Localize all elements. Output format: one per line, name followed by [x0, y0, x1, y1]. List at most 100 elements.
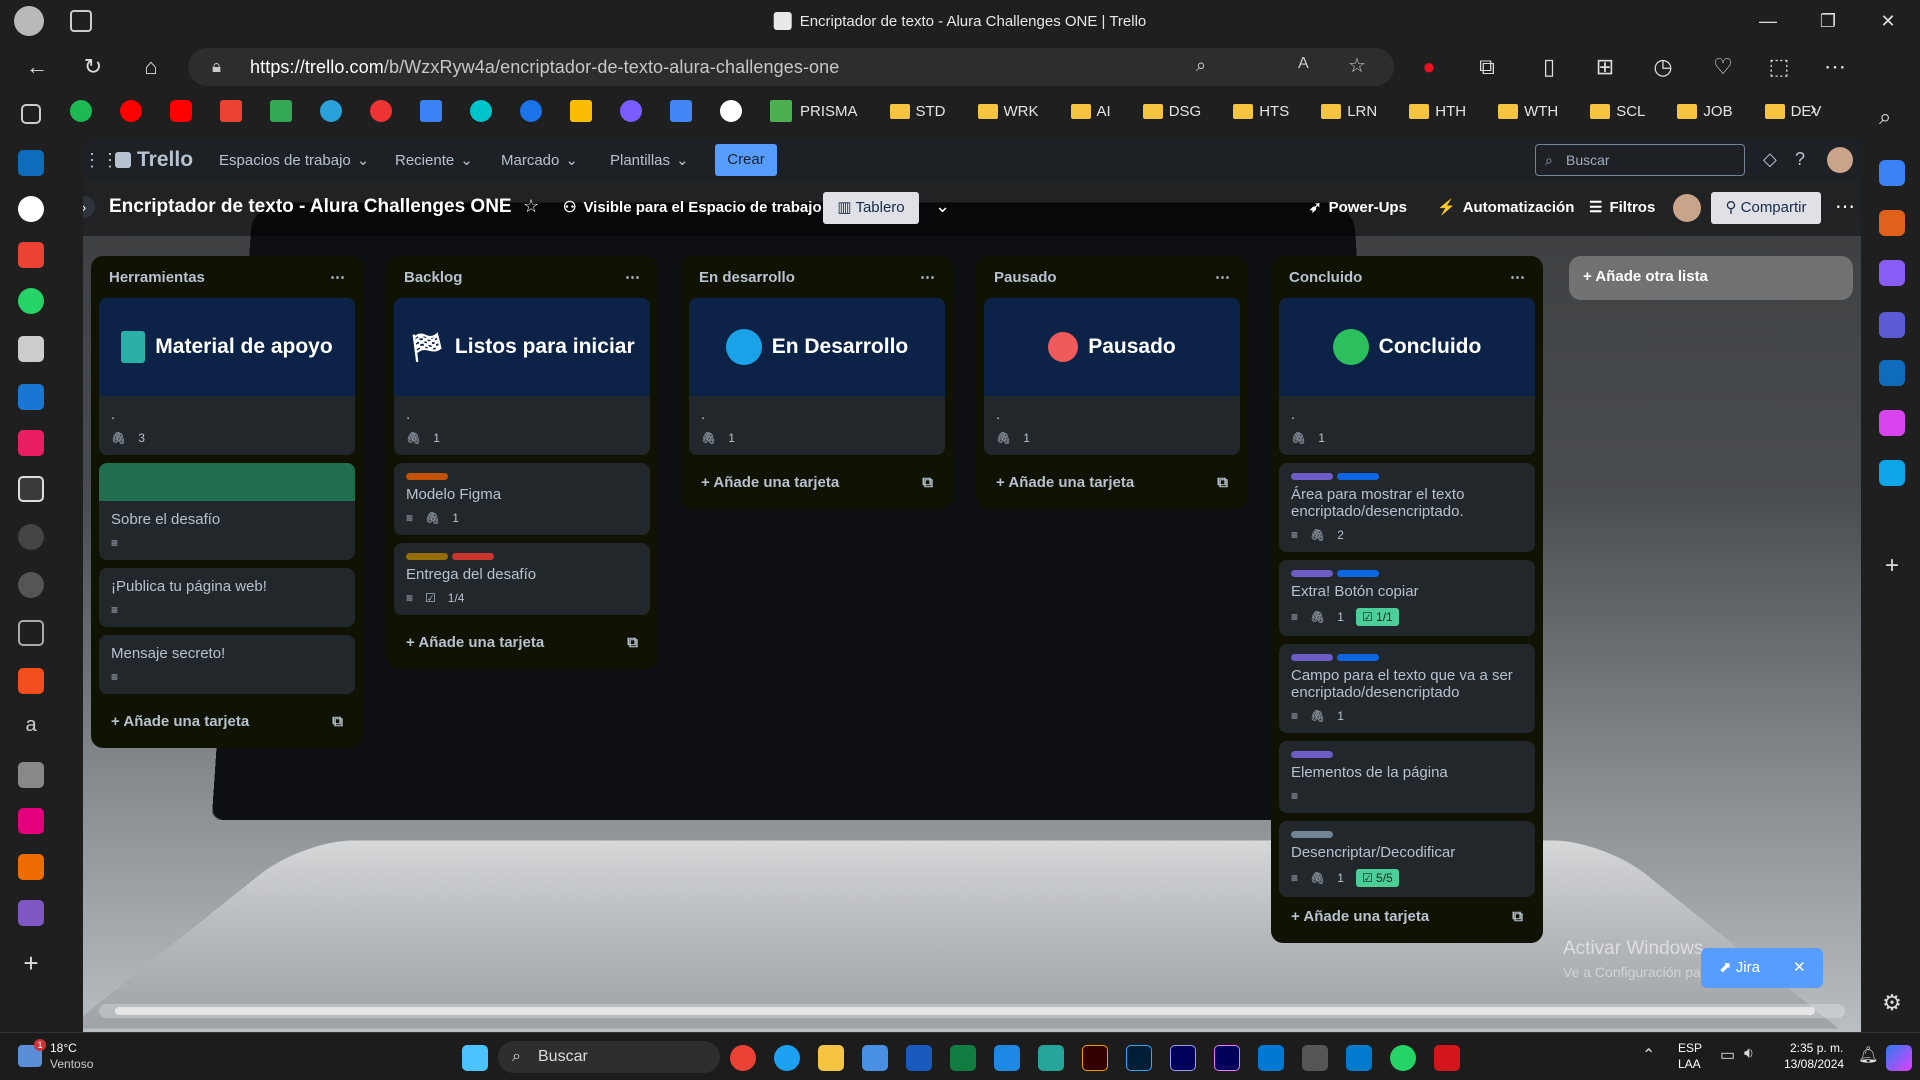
tab-blue-play-icon[interactable] [18, 384, 44, 410]
add-card-button[interactable]: + Añade una tarjeta ⧉ [984, 463, 1240, 501]
label-orange[interactable] [406, 473, 448, 480]
bookmark-folder-job[interactable]: JOB [1677, 103, 1733, 120]
card[interactable]: Área para mostrar el texto encriptado/de… [1279, 463, 1535, 552]
clock-time[interactable]: 2:35 p. m. [1790, 1041, 1843, 1056]
add-card-button[interactable]: + Añade una tarjeta ⧉ [689, 463, 945, 501]
shopping-tag-icon[interactable] [1879, 160, 1905, 186]
bookmark-folder-wrk[interactable]: WRK [977, 103, 1039, 120]
collections-icon[interactable]: ⊞ [1590, 52, 1620, 82]
extensions-icon[interactable]: ⧉ [1472, 52, 1502, 82]
card[interactable]: Sobre el desafío ≡ [99, 463, 355, 560]
tab-badge-icon[interactable] [18, 524, 44, 550]
vscode-icon[interactable] [1346, 1045, 1372, 1071]
template-icon[interactable]: ⧉ [332, 713, 343, 730]
premiere-icon[interactable] [1214, 1045, 1240, 1071]
tab-figma-icon[interactable] [18, 668, 44, 694]
copilot-app-icon[interactable] [1879, 312, 1905, 338]
tab-gmail-icon[interactable] [18, 242, 44, 268]
search-input[interactable]: ⌕ Buscar [1535, 144, 1745, 176]
list-menu-icon[interactable]: ⋯ [1510, 268, 1525, 286]
sidebar-toggle-chevron-icon[interactable]: › [83, 196, 95, 218]
performance-icon[interactable]: ♡ [1708, 52, 1738, 82]
list-menu-icon[interactable]: ⋯ [920, 268, 935, 286]
keep-icon[interactable] [570, 100, 592, 122]
tab-whatsapp-icon[interactable] [18, 288, 44, 314]
user-avatar[interactable] [1827, 147, 1853, 173]
language-code[interactable]: ESP [1678, 1041, 1702, 1056]
bookmark-prisma[interactable]: PRISMA [770, 100, 858, 122]
canva-icon[interactable] [470, 100, 492, 122]
read-aloud-icon[interactable]: A [1298, 55, 1309, 73]
designer-icon[interactable] [1879, 410, 1905, 436]
card[interactable]: Elementos de la página ≡ [1279, 741, 1535, 813]
tab-gray-play-icon[interactable] [18, 762, 44, 788]
tab-pink-icon[interactable] [18, 430, 44, 456]
tab-trello-icon[interactable] [18, 476, 44, 502]
cover-card[interactable]: Concluido . 🖇︎ 1 [1279, 298, 1535, 455]
tab-orange-play-icon[interactable] [18, 854, 44, 880]
label-blue[interactable] [1337, 570, 1379, 577]
create-button[interactable]: Crear [715, 144, 777, 176]
word-icon[interactable] [906, 1045, 932, 1071]
weather-temp[interactable]: 18°C [50, 1041, 77, 1056]
telegram-icon[interactable] [320, 100, 342, 122]
maximize-button[interactable]: ❐ [1808, 8, 1848, 34]
link-app-icon[interactable] [520, 100, 542, 122]
label-purple[interactable] [1291, 570, 1333, 577]
tab-magenta-play-icon[interactable] [18, 808, 44, 834]
nav-workspaces[interactable]: Espacios de trabajo ⌄ [219, 151, 369, 170]
address-bar[interactable]: 🔒︎ https://trello.com/b/WzxRyw4a/encript… [188, 48, 1394, 86]
bookmark-folder-ai[interactable]: AI [1070, 103, 1111, 120]
cover-card[interactable]: 🏁︎ Listos para iniciar . 🖇︎ 1 [394, 298, 650, 455]
tab-purple-play-icon[interactable] [18, 900, 44, 926]
tab-github-icon[interactable] [18, 572, 44, 598]
card[interactable]: Desencriptar/Decodificar ≡ 🖇︎ 1 ☑ 5/5 [1279, 821, 1535, 897]
taskbar-search[interactable]: ⌕ Buscar [498, 1041, 720, 1073]
clock-date[interactable]: 13/08/2024 [1784, 1057, 1844, 1072]
lightroom-icon[interactable] [1126, 1045, 1152, 1071]
label-purple[interactable] [1291, 654, 1333, 661]
lock-icon[interactable]: 🔒︎ [212, 57, 221, 77]
scrollbar-thumb[interactable] [115, 1007, 1815, 1015]
history-icon[interactable]: ◷ [1648, 52, 1678, 82]
chrome-icon[interactable] [730, 1045, 756, 1071]
nav-starred[interactable]: Marcado ⌄ [501, 151, 578, 170]
powerups-button[interactable]: ➶ Power-Ups [1309, 198, 1407, 217]
label-gray[interactable] [1291, 831, 1333, 838]
automation-button[interactable]: ⚡ Automatización [1437, 198, 1574, 217]
profile-avatar[interactable] [14, 6, 44, 36]
search-sidebar-icon[interactable]: ⌕ [1879, 104, 1905, 130]
diamond-app-icon[interactable] [420, 100, 442, 122]
drive-icon[interactable] [270, 100, 292, 122]
label-blue[interactable] [1337, 654, 1379, 661]
nav-recent[interactable]: Reciente ⌄ [395, 151, 473, 170]
template-icon[interactable]: ⧉ [922, 474, 933, 491]
network-icon[interactable]: ▭ [1720, 1045, 1735, 1065]
language-layout[interactable]: LAA [1678, 1057, 1701, 1072]
list-header[interactable]: Herramientas ⋯ [99, 256, 355, 298]
acrobat-icon[interactable] [1434, 1045, 1460, 1071]
bookmark-folder-std[interactable]: STD [889, 103, 946, 120]
bookmark-folder-hth[interactable]: HTH [1409, 103, 1466, 120]
list-menu-icon[interactable]: ⋯ [625, 268, 640, 286]
explorer-icon[interactable] [818, 1045, 844, 1071]
card[interactable]: Extra! Botón copiar ≡ 🖇︎ 1 ☑ 1/1 [1279, 560, 1535, 636]
gmail-icon[interactable] [220, 100, 242, 122]
card[interactable]: Campo para el texto que va a ser encript… [1279, 644, 1535, 733]
toolbox-icon[interactable] [1879, 210, 1905, 236]
bookmark-folder-lrn[interactable]: LRN [1321, 103, 1377, 120]
edge-icon[interactable] [774, 1045, 800, 1071]
share-button[interactable]: ⚲ Compartir [1711, 192, 1821, 224]
illustrator-icon[interactable] [1082, 1045, 1108, 1071]
close-icon[interactable]: ✕ [1793, 948, 1806, 988]
store-icon[interactable] [1258, 1045, 1284, 1071]
more-menu-icon[interactable]: ⋯ [1820, 52, 1850, 82]
tab-outlook-icon[interactable] [18, 150, 44, 176]
add-card-button[interactable]: + Añade una tarjeta ⧉ [99, 702, 355, 740]
board-title[interactable]: Encriptador de texto - Alura Challenges … [109, 196, 512, 218]
tray-chevron-up-icon[interactable]: ⌃ [1642, 1045, 1655, 1065]
label-purple[interactable] [1291, 751, 1333, 758]
list-header[interactable]: Concluido ⋯ [1279, 256, 1535, 298]
screenshot-icon[interactable]: ⬚ [1764, 52, 1794, 82]
home-icon[interactable]: ⌂ [136, 52, 166, 82]
